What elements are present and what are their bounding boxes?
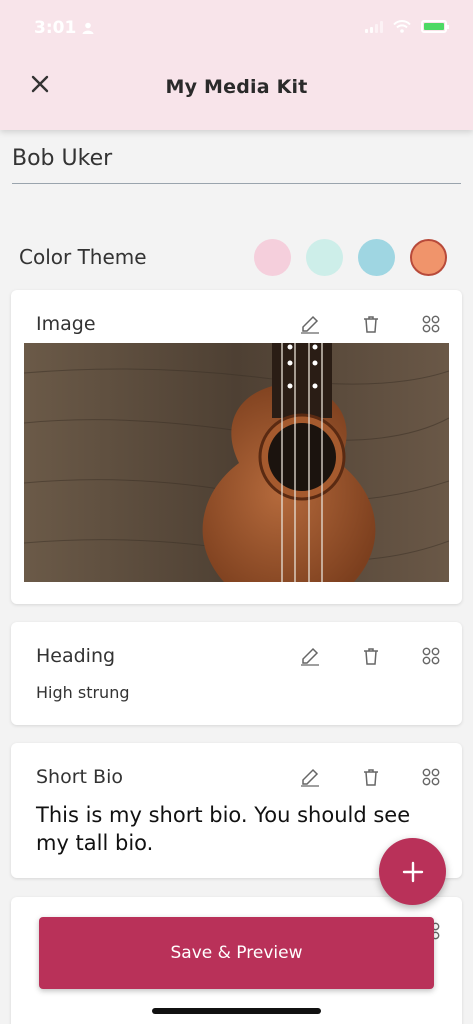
reorder-button[interactable] xyxy=(419,765,443,789)
edit-button[interactable] xyxy=(298,644,322,668)
grid-icon xyxy=(422,315,440,333)
page-title: My Media Kit xyxy=(165,76,308,98)
ukulele-photo xyxy=(24,343,449,582)
heading-card: Heading High strung xyxy=(11,622,462,725)
heading-text: High strung xyxy=(36,683,130,702)
grid-icon xyxy=(422,768,440,786)
color-swatch-mint[interactable] xyxy=(306,239,343,276)
home-indicator xyxy=(152,1008,321,1014)
delete-button[interactable] xyxy=(359,765,383,789)
reorder-button[interactable] xyxy=(419,312,443,336)
edit-button[interactable] xyxy=(298,312,322,336)
status-time: 3:01 xyxy=(34,18,94,38)
card-title: Short Bio xyxy=(36,766,123,788)
edit-icon xyxy=(301,315,319,334)
signal-icon xyxy=(365,20,383,33)
color-theme-label: Color Theme xyxy=(19,245,147,269)
grid-icon xyxy=(422,647,440,665)
status-time-label: 3:01 xyxy=(34,18,77,38)
trash-icon xyxy=(364,316,378,333)
image-card: Image xyxy=(11,290,462,604)
delete-button[interactable] xyxy=(359,644,383,668)
save-preview-button[interactable]: Save & Preview xyxy=(39,917,434,989)
bio-text: This is my short bio. You should see my … xyxy=(36,803,411,855)
status-indicators xyxy=(365,20,449,33)
person-icon xyxy=(82,22,94,34)
add-block-button[interactable] xyxy=(379,838,446,905)
delete-button[interactable] xyxy=(359,312,383,336)
reorder-button[interactable] xyxy=(419,644,443,668)
card-title: Heading xyxy=(36,645,116,667)
name-input[interactable]: Bob Uker xyxy=(12,142,461,184)
trash-icon xyxy=(364,769,378,786)
trash-icon xyxy=(364,648,378,665)
wifi-icon xyxy=(393,20,411,33)
card-title: Image xyxy=(36,313,96,335)
color-swatch-orange[interactable] xyxy=(410,239,447,276)
app-header: 3:01 My Media Kit xyxy=(0,0,473,130)
color-swatch-pink[interactable] xyxy=(254,239,291,276)
color-swatch-blue[interactable] xyxy=(358,239,395,276)
edit-icon xyxy=(301,647,319,666)
edit-button[interactable] xyxy=(298,765,322,789)
plus-icon xyxy=(402,861,423,882)
edit-icon xyxy=(301,768,319,787)
battery-icon xyxy=(421,20,449,33)
